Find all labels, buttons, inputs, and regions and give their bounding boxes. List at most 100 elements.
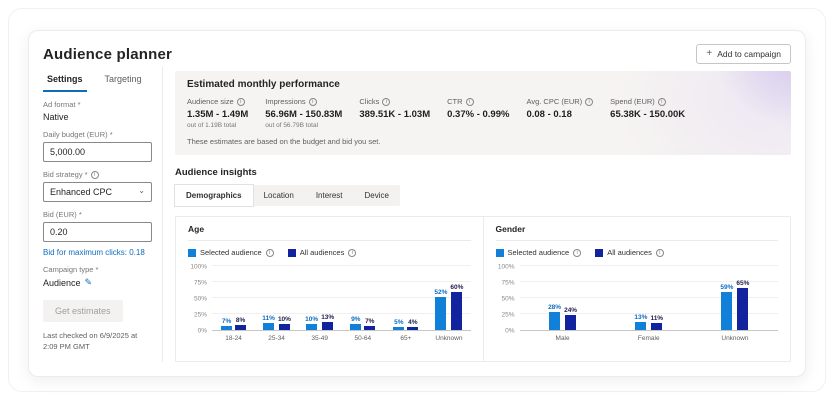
bar-group-unknown: 52%60% [427,267,470,330]
legend-item-all-audiences: All audiencesi [595,248,664,257]
y-axis: 0%25%50%75%100% [188,267,212,331]
category-label: 18-24 [212,335,255,342]
chart-plot-wrap: 0%25%50%75%100%28%24%13%11%59%65% [496,267,779,331]
bar-pair: 52%60% [434,284,463,330]
metric-label-text: CTR [447,97,462,106]
campaign-type-value: Audience [43,278,81,288]
insights-tab-location[interactable]: Location [253,185,305,206]
category-label: Unknown [427,335,470,342]
category-label: 65+ [384,335,427,342]
bar-group-35-49: 10%13% [298,267,341,330]
chart-plot-wrap: 0%25%50%75%100%7%8%11%10%10%13%9%7%5%4%5… [188,267,471,331]
bar [364,326,375,330]
info-icon[interactable]: i [309,98,317,106]
bar [407,327,418,330]
metric-subtext: out of 1.19B total [187,122,248,129]
legend-label: Selected audience [508,248,570,257]
metric-label: Avg. CPC (EUR)i [526,97,593,106]
bar-value-label: 24% [564,307,577,314]
sidebar-tab-targeting[interactable]: Targeting [101,69,146,92]
metric-subtext: out of 56.79B total [265,122,342,129]
bar-value-label: 28% [548,304,561,311]
info-icon[interactable]: i [237,98,245,106]
category-label: 50-64 [341,335,384,342]
insights-tab-device[interactable]: Device [354,185,400,206]
info-icon[interactable]: i [573,249,581,257]
metric-label-text: Spend (EUR) [610,97,655,106]
bar-value-label: 7% [222,318,231,325]
bar-pair: 59%65% [720,280,749,330]
metric-impressions: Impressionsi56.96M - 150.83Mout of 56.79… [265,97,342,129]
bar-pair: 5%4% [393,319,418,330]
daily-budget-label: Daily budget (EUR) * [43,130,152,139]
category-labels: MaleFemaleUnknown [496,335,779,342]
bar-cell: 7% [364,318,375,330]
info-icon[interactable]: i [466,98,474,106]
bar-cell: 60% [450,284,463,330]
bar-pair: 10%13% [305,314,334,330]
campaign-type-label: Campaign type * [43,265,152,274]
bar-cell: 4% [407,319,418,330]
bar [737,288,748,330]
legend-label: All audiences [300,248,345,257]
bar-pair: 13%11% [634,314,663,330]
gridline [520,265,779,266]
bar-value-label: 13% [321,314,334,321]
bar-cell: 24% [564,307,577,330]
bar-value-label: 65% [736,280,749,287]
metric-label: CTR i [447,97,509,106]
charts-container: AgeSelected audienceiAll audiencesi0%25%… [175,216,791,362]
bar-pair: 28%24% [548,304,577,330]
bar-cell: 59% [720,284,733,330]
bar-pair: 7%8% [221,317,246,330]
legend-swatch [288,249,296,257]
y-tick: 25% [194,312,207,319]
legend-swatch [595,249,603,257]
plus-icon: + [706,50,712,58]
legend-label: Selected audience [200,248,262,257]
chart-plot: 28%24% 13%11% 59%65% [520,267,779,331]
category-label: 25-34 [255,335,298,342]
info-icon[interactable]: i [585,98,593,106]
legend-swatch [496,249,504,257]
category-label: Unknown [692,335,778,342]
bar-group-65-: 5%4% [384,267,427,330]
metric-label: Audience sizei [187,97,248,106]
info-icon[interactable]: i [382,98,390,106]
metric-clicks: Clicksi389.51K - 1.03M [359,97,430,129]
edit-pencil-icon[interactable]: ✎ [85,277,93,288]
get-estimates-button[interactable]: Get estimates [43,300,123,322]
bar [635,322,646,330]
bid-strategy-select[interactable]: Enhanced CPC ⌄ [43,182,152,202]
bar [350,324,361,330]
category-label: 35-49 [298,335,341,342]
bar [721,292,732,330]
info-icon[interactable]: i [658,98,666,106]
insights-tab-interest[interactable]: Interest [305,185,354,206]
metric-value: 389.51K - 1.03M [359,109,430,120]
bar-pair: 9%7% [350,316,375,330]
sidebar-tabs: Settings Targeting [43,69,152,92]
bar-groups: 7%8%11%10%10%13%9%7%5%4%52%60% [212,267,471,330]
sidebar-tab-settings[interactable]: Settings [43,69,87,92]
bid-input[interactable] [43,222,152,242]
bar-cell: 28% [548,304,561,330]
bid-strategy-value: Enhanced CPC [50,187,112,197]
legend-swatch [188,249,196,257]
metric-label: Spend (EUR)i [610,97,685,106]
info-icon[interactable]: i [266,249,274,257]
bar-cell: 10% [305,316,318,330]
info-icon[interactable]: i [91,171,99,179]
bar-groups: 28%24% 13%11% 59%65% [520,267,779,330]
bid-max-clicks-link[interactable]: Bid for maximum clicks: 0.18 [43,248,152,257]
info-icon[interactable]: i [656,249,664,257]
daily-budget-input[interactable] [43,142,152,162]
performance-footnote: These estimates are based on the budget … [187,137,779,146]
category-label: Male [520,335,606,342]
insights-tab-demographics[interactable]: Demographics [175,185,253,206]
bar [263,323,274,330]
info-icon[interactable]: i [348,249,356,257]
bar-value-label: 10% [278,316,291,323]
add-to-campaign-button[interactable]: + Add to campaign [696,44,791,64]
bar-cell: 10% [278,316,291,330]
